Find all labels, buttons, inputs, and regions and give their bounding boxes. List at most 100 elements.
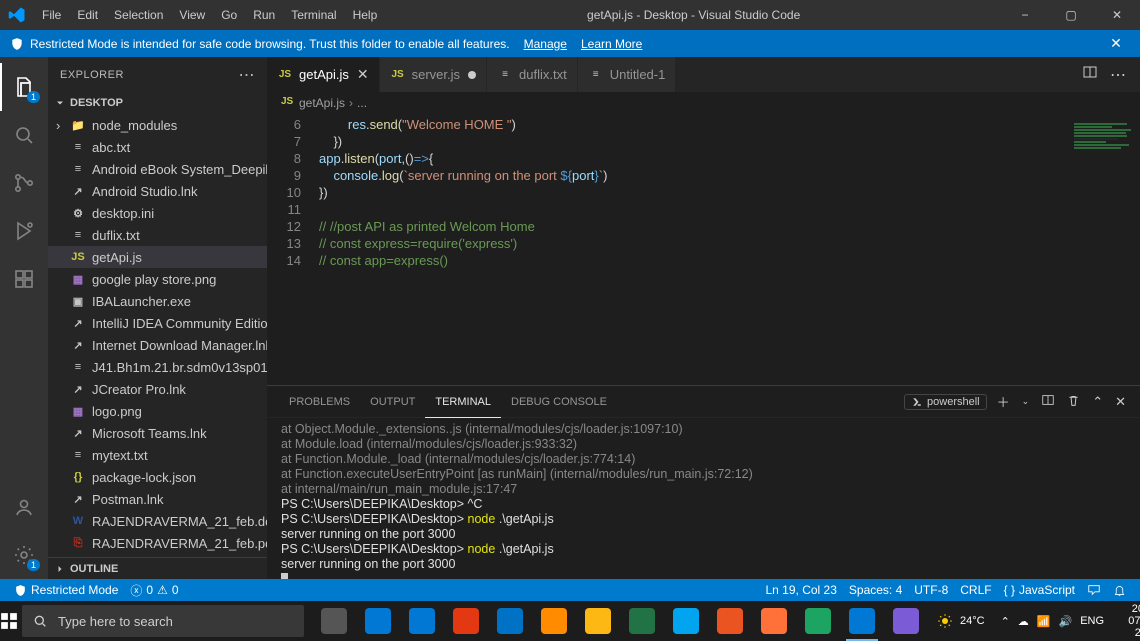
taskbar-app[interactable]	[356, 601, 400, 641]
manage-link[interactable]: Manage	[524, 37, 567, 51]
status-eol[interactable]: CRLF	[954, 579, 997, 601]
file-item[interactable]: ▦logo.png	[48, 400, 267, 422]
file-item[interactable]: ▦google play store.png	[48, 268, 267, 290]
tab[interactable]: JSgetApi.js✕	[267, 57, 380, 92]
taskbar-app[interactable]	[444, 601, 488, 641]
tab[interactable]: ≡duflix.txt	[487, 57, 578, 92]
learn-more-link[interactable]: Learn More	[581, 37, 642, 51]
taskbar-app[interactable]	[620, 601, 664, 641]
menu-help[interactable]: Help	[345, 0, 386, 30]
tab[interactable]: JSserver.js	[380, 57, 487, 92]
tray-lang[interactable]: ENG	[1080, 615, 1104, 627]
terminal-shell-selector[interactable]: powershell	[904, 394, 987, 410]
kill-terminal-icon[interactable]	[1065, 394, 1082, 410]
taskbar-app[interactable]	[400, 601, 444, 641]
file-item[interactable]: ↗Android Studio.lnk	[48, 180, 267, 202]
code-editor[interactable]: 67891011121314 res.send("Welcome HOME ")…	[267, 114, 1140, 385]
minimize-button[interactable]: −	[1002, 0, 1048, 30]
terminal-split-arrow-icon[interactable]: ⌄	[1020, 396, 1032, 407]
file-item[interactable]: ⚙desktop.ini	[48, 202, 267, 224]
settings-activity[interactable]: 1	[0, 531, 48, 579]
status-lncol[interactable]: Ln 19, Col 23	[760, 579, 843, 601]
split-terminal-icon[interactable]	[1039, 393, 1057, 410]
tray-expand-icon[interactable]: ⌃	[1001, 615, 1010, 628]
taskbar-app[interactable]	[884, 601, 928, 641]
taskbar-app[interactable]	[488, 601, 532, 641]
maximize-button[interactable]: ▢	[1048, 0, 1094, 30]
menu-edit[interactable]: Edit	[69, 0, 106, 30]
start-button[interactable]	[0, 601, 18, 641]
maximize-panel-icon[interactable]: ⌃	[1090, 394, 1105, 410]
taskbar-app[interactable]	[576, 601, 620, 641]
new-terminal-icon[interactable]: ＋	[995, 392, 1012, 411]
file-item[interactable]: ≡mytext.txt	[48, 444, 267, 466]
taskbar-search[interactable]: Type here to search	[22, 605, 304, 637]
taskbar-app[interactable]	[708, 601, 752, 641]
taskbar-app[interactable]	[532, 601, 576, 641]
menu-run[interactable]: Run	[245, 0, 283, 30]
file-item[interactable]: ↗JCreator Pro.lnk	[48, 378, 267, 400]
panel-tab-problems[interactable]: PROBLEMS	[279, 386, 360, 418]
panel-tab-debug console[interactable]: DEBUG CONSOLE	[501, 386, 617, 418]
file-item[interactable]: {}package-lock.json	[48, 466, 267, 488]
taskbar-app[interactable]	[840, 601, 884, 641]
breadcrumb[interactable]: JS getApi.js › ...	[267, 92, 1140, 114]
tab-close-icon[interactable]: ✕	[357, 66, 369, 83]
outline-section[interactable]: OUTLINE	[48, 557, 267, 579]
file-item[interactable]: ≡J41.Bh1m.21.br.sdm0v13sp01nt.lol.m...	[48, 356, 267, 378]
close-button[interactable]: ✕	[1094, 0, 1140, 30]
file-item[interactable]: ≡abc.txt	[48, 136, 267, 158]
taskbar-app[interactable]	[312, 601, 356, 641]
minimap[interactable]	[1070, 114, 1140, 385]
taskbar-app[interactable]	[752, 601, 796, 641]
file-item[interactable]: ↗IntelliJ IDEA Community Edition 2020...	[48, 312, 267, 334]
explorer-activity[interactable]: 1	[0, 63, 48, 111]
status-restricted[interactable]: Restricted Mode	[8, 579, 124, 601]
panel-tab-output[interactable]: OUTPUT	[360, 386, 425, 418]
run-activity[interactable]	[0, 207, 48, 255]
file-item[interactable]: ≡duflix.txt	[48, 224, 267, 246]
file-item[interactable]: ≡Android eBook System_Deepika_Mo...	[48, 158, 267, 180]
file-item[interactable]: ↗Microsoft Teams.lnk	[48, 422, 267, 444]
status-lang[interactable]: { }JavaScript	[998, 579, 1081, 601]
menu-view[interactable]: View	[171, 0, 213, 30]
sidebar-more-icon[interactable]: ⋯	[239, 65, 256, 85]
menu-terminal[interactable]: Terminal	[283, 0, 344, 30]
taskbar-app[interactable]	[664, 601, 708, 641]
img-icon: ▦	[70, 403, 86, 419]
tab[interactable]: ≡Untitled-1	[578, 57, 677, 92]
menu-go[interactable]: Go	[213, 0, 245, 30]
status-feedback-icon[interactable]	[1081, 579, 1107, 601]
tray-cloud-icon[interactable]: ☁	[1018, 615, 1029, 628]
file-item[interactable]: ▣IBALauncher.exe	[48, 290, 267, 312]
file-item[interactable]: ↗Internet Download Manager.lnk	[48, 334, 267, 356]
link-icon: ↗	[70, 183, 86, 199]
taskbar-app[interactable]	[796, 601, 840, 641]
status-bell-icon[interactable]	[1107, 579, 1132, 601]
status-encoding[interactable]: UTF-8	[908, 579, 954, 601]
dismiss-bar-button[interactable]: ✕	[1102, 35, 1130, 52]
accounts-activity[interactable]	[0, 483, 48, 531]
file-item[interactable]: WRAJENDRAVERMA_21_feb.docx	[48, 510, 267, 532]
file-item[interactable]: ⎘RAJENDRAVERMA_21_feb.pdf	[48, 532, 267, 554]
taskbar-clock[interactable]: 20:17 07-11-2021	[1112, 603, 1140, 639]
file-item[interactable]: JSgetApi.js	[48, 246, 267, 268]
menu-selection[interactable]: Selection	[106, 0, 171, 30]
split-editor-icon[interactable]	[1076, 64, 1104, 85]
tray-volume-icon[interactable]: 🔊	[1059, 615, 1073, 628]
scm-activity[interactable]	[0, 159, 48, 207]
extensions-activity[interactable]	[0, 255, 48, 303]
file-item[interactable]: ↗Postman.lnk	[48, 488, 267, 510]
tray-wifi-icon[interactable]: 📶	[1037, 615, 1051, 628]
menu-file[interactable]: File	[34, 0, 69, 30]
tabs-more-icon[interactable]: ⋯	[1104, 65, 1132, 85]
folder-header[interactable]: DESKTOP	[48, 92, 267, 114]
search-activity[interactable]	[0, 111, 48, 159]
close-panel-icon[interactable]: ✕	[1113, 394, 1128, 410]
status-spaces[interactable]: Spaces: 4	[843, 579, 908, 601]
terminal-body[interactable]: at Object.Module._extensions..js (intern…	[267, 418, 1140, 579]
folder-item[interactable]: ›📁node_modules	[48, 114, 267, 136]
status-errors[interactable]: ⓧ0 ⚠0	[124, 579, 184, 601]
weather-widget[interactable]: 24°C	[928, 612, 993, 630]
panel-tab-terminal[interactable]: TERMINAL	[425, 386, 501, 418]
